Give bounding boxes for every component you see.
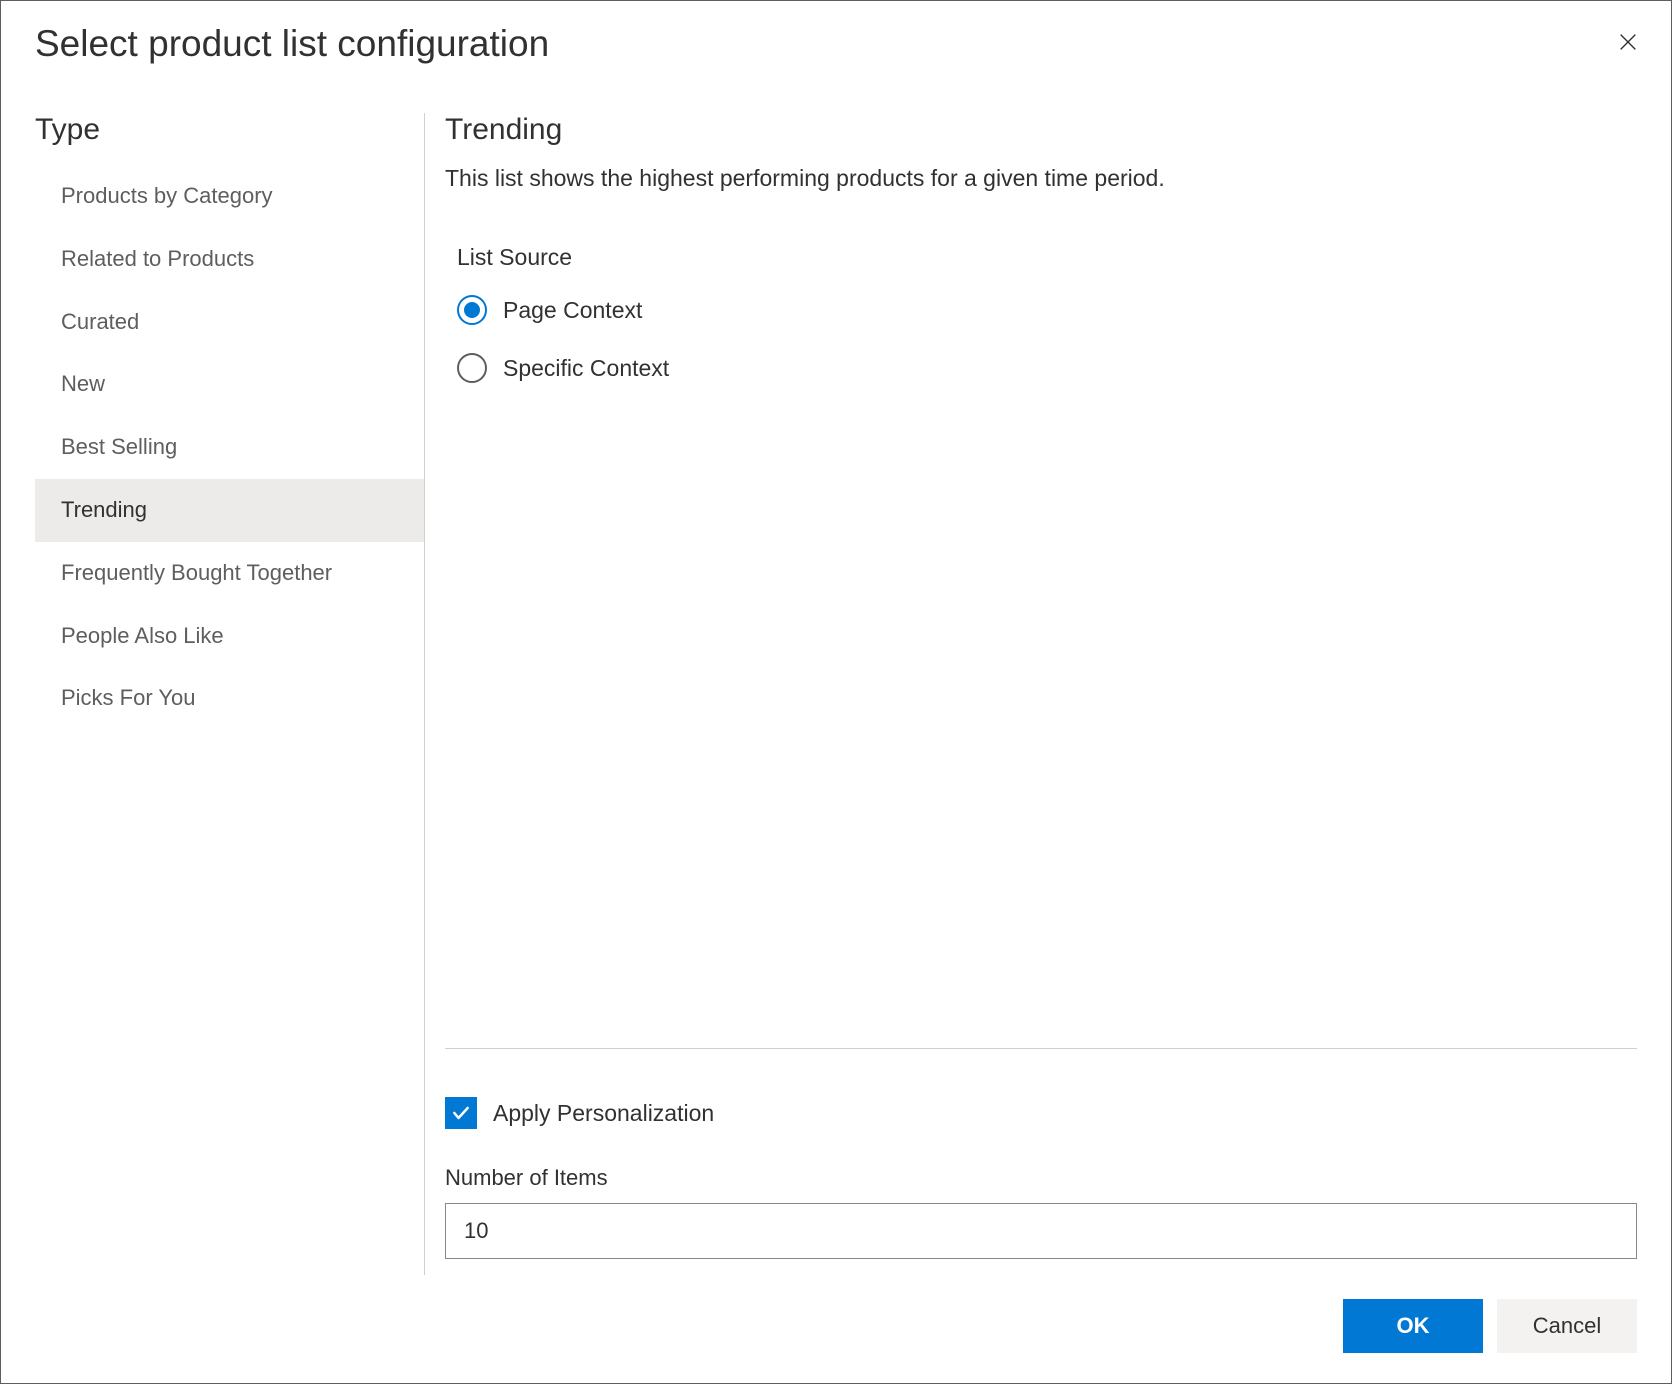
dialog-footer: OK Cancel	[1, 1275, 1671, 1383]
radio-label: Specific Context	[503, 355, 669, 382]
main-title: Trending	[445, 113, 1637, 147]
checkbox-checked-icon	[445, 1097, 477, 1129]
sidebar-item-related-to-products[interactable]: Related to Products	[35, 228, 424, 291]
radio-icon	[457, 295, 487, 325]
type-sidebar: Type Products by Category Related to Pro…	[35, 113, 425, 1275]
close-icon	[1617, 31, 1639, 53]
main-panel: Trending This list shows the highest per…	[425, 113, 1637, 1275]
sidebar-item-people-also-like[interactable]: People Also Like	[35, 605, 424, 668]
sidebar-item-new[interactable]: New	[35, 353, 424, 416]
checkbox-label: Apply Personalization	[493, 1100, 714, 1127]
list-source-label: List Source	[445, 244, 1637, 271]
radio-page-context[interactable]: Page Context	[457, 295, 1637, 325]
number-of-items-input[interactable]	[445, 1203, 1637, 1259]
dialog-body: Type Products by Category Related to Pro…	[1, 83, 1671, 1275]
list-source-radio-group: Page Context Specific Context	[445, 295, 1637, 411]
cancel-button[interactable]: Cancel	[1497, 1299, 1637, 1353]
radio-label: Page Context	[503, 297, 642, 324]
sidebar-title: Type	[35, 113, 424, 147]
dialog-title: Select product list configuration	[35, 23, 549, 65]
sidebar-item-frequently-bought-together[interactable]: Frequently Bought Together	[35, 542, 424, 605]
ok-button[interactable]: OK	[1343, 1299, 1483, 1353]
radio-icon	[457, 353, 487, 383]
dialog-header: Select product list configuration	[1, 1, 1671, 83]
apply-personalization-checkbox[interactable]: Apply Personalization	[445, 1097, 1637, 1129]
sidebar-item-trending[interactable]: Trending	[35, 479, 424, 542]
sidebar-item-products-by-category[interactable]: Products by Category	[35, 165, 424, 228]
spacer	[445, 411, 1637, 1048]
sidebar-item-best-selling[interactable]: Best Selling	[35, 416, 424, 479]
bottom-section: Apply Personalization Number of Items	[445, 1048, 1637, 1275]
sidebar-item-picks-for-you[interactable]: Picks For You	[35, 667, 424, 730]
number-of-items-label: Number of Items	[445, 1165, 1637, 1191]
main-description: This list shows the highest performing p…	[445, 165, 1637, 192]
radio-specific-context[interactable]: Specific Context	[457, 353, 1637, 383]
sidebar-list: Products by Category Related to Products…	[35, 165, 424, 730]
close-button[interactable]	[1609, 23, 1647, 61]
select-product-list-dialog: Select product list configuration Type P…	[0, 0, 1672, 1384]
sidebar-item-curated[interactable]: Curated	[35, 291, 424, 354]
